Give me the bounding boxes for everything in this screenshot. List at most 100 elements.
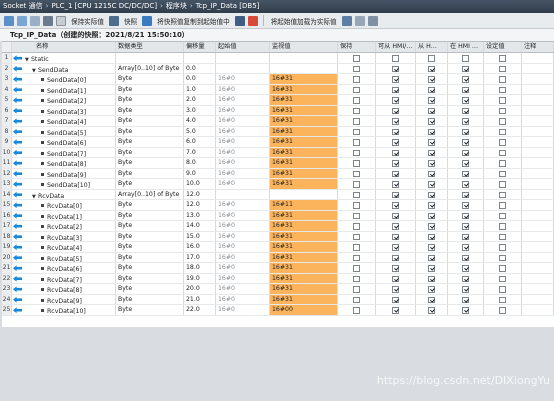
cell-comment[interactable]: [522, 179, 554, 189]
insert-row-icon[interactable]: [17, 15, 27, 26]
hmi-writable-checkbox[interactable]: [428, 128, 435, 135]
cell-name[interactable]: RcvData[3]: [12, 231, 116, 241]
cell-comment[interactable]: [522, 95, 554, 105]
table-row[interactable]: 23 RcvData[8] Byte 20.0 16#0 16#31: [2, 284, 554, 295]
retain-checkbox[interactable]: [353, 97, 360, 104]
hmi-writable-checkbox[interactable]: [428, 107, 435, 114]
retain-checkbox[interactable]: [353, 76, 360, 83]
hmi-writable-checkbox[interactable]: [428, 202, 435, 209]
table-row[interactable]: 8 SendData[5] Byte 5.0 16#0 16#31: [2, 126, 554, 137]
load-start-button[interactable]: 将起始值加载为实际值: [269, 16, 339, 26]
setpoint-checkbox[interactable]: [499, 97, 506, 104]
hmi-visible-checkbox[interactable]: [462, 160, 469, 167]
setpoint-checkbox[interactable]: [499, 76, 506, 83]
cell-comment[interactable]: [522, 137, 554, 147]
hmi-visible-checkbox[interactable]: [462, 233, 469, 240]
cell-name[interactable]: RcvData[5]: [12, 252, 116, 262]
breadcrumb-item-blocks[interactable]: 程序块: [166, 2, 187, 10]
hmi-accessible-checkbox[interactable]: [392, 265, 399, 272]
cell-start-value[interactable]: 16#0: [216, 168, 270, 178]
setpoint-checkbox[interactable]: [499, 55, 506, 62]
cell-datatype[interactable]: Byte: [116, 294, 184, 304]
hmi-visible-checkbox[interactable]: [462, 191, 469, 198]
hmi-accessible-checkbox[interactable]: [392, 181, 399, 188]
cell-comment[interactable]: [522, 263, 554, 273]
hmi-visible-checkbox[interactable]: [462, 139, 469, 146]
cell-comment[interactable]: [522, 105, 554, 115]
retain-checkbox[interactable]: [353, 307, 360, 314]
header-start[interactable]: 起始值: [216, 42, 270, 52]
hmi-visible-checkbox[interactable]: [462, 202, 469, 209]
retain-checkbox[interactable]: [353, 55, 360, 62]
cell-start-value[interactable]: 16#0: [216, 210, 270, 220]
retain-checkbox[interactable]: [353, 65, 360, 72]
cell-name[interactable]: RcvData[0]: [12, 200, 116, 210]
retain-checkbox[interactable]: [353, 191, 360, 198]
hmi-writable-checkbox[interactable]: [428, 139, 435, 146]
hmi-accessible-checkbox[interactable]: [392, 244, 399, 251]
cell-start-value[interactable]: 16#0: [216, 158, 270, 168]
retain-checkbox[interactable]: [353, 107, 360, 114]
cell-comment[interactable]: [522, 158, 554, 168]
setpoint-checkbox[interactable]: [499, 275, 506, 282]
setpoint-checkbox[interactable]: [499, 265, 506, 272]
retain-checkbox[interactable]: [353, 149, 360, 156]
table-row[interactable]: 11 SendData[8] Byte 8.0 16#0 16#31: [2, 158, 554, 169]
hmi-accessible-checkbox[interactable]: [392, 212, 399, 219]
setpoint-checkbox[interactable]: [499, 202, 506, 209]
retain-checkbox[interactable]: [353, 86, 360, 93]
hmi-accessible-checkbox[interactable]: [392, 76, 399, 83]
header-name[interactable]: 名称: [12, 42, 116, 52]
hmi-visible-checkbox[interactable]: [462, 128, 469, 135]
cell-name[interactable]: SendData[6]: [12, 137, 116, 147]
retain-checkbox[interactable]: [353, 286, 360, 293]
hmi-accessible-checkbox[interactable]: [392, 307, 399, 314]
hmi-accessible-checkbox[interactable]: [392, 107, 399, 114]
retain-checkbox[interactable]: [353, 296, 360, 303]
hmi-accessible-checkbox[interactable]: [392, 233, 399, 240]
cell-name[interactable]: SendData[5]: [12, 126, 116, 136]
setpoint-checkbox[interactable]: [499, 296, 506, 303]
snapshot-icon[interactable]: [108, 15, 119, 26]
cell-start-value[interactable]: [216, 53, 270, 63]
table-row[interactable]: 17 RcvData[2] Byte 14.0 16#0 16#31: [2, 221, 554, 232]
cell-datatype[interactable]: Array[0..10] of Byte: [116, 189, 184, 199]
cell-comment[interactable]: [522, 189, 554, 199]
cell-datatype[interactable]: Byte: [116, 200, 184, 210]
breadcrumb-item-project[interactable]: Socket 通信: [3, 2, 43, 10]
cell-comment[interactable]: [522, 294, 554, 304]
hmi-accessible-checkbox[interactable]: [392, 254, 399, 261]
hmi-writable-checkbox[interactable]: [428, 191, 435, 198]
table-row[interactable]: 9 SendData[6] Byte 6.0 16#0 16#31: [2, 137, 554, 148]
monitor-icon[interactable]: [341, 15, 352, 26]
retain-checkbox[interactable]: [353, 181, 360, 188]
hmi-visible-checkbox[interactable]: [462, 65, 469, 72]
setpoint-checkbox[interactable]: [499, 160, 506, 167]
cell-name[interactable]: RcvData[9]: [12, 294, 116, 304]
cell-start-value[interactable]: 16#0: [216, 221, 270, 231]
hmi-writable-checkbox[interactable]: [428, 55, 435, 62]
cell-comment[interactable]: [522, 252, 554, 262]
setpoint-checkbox[interactable]: [499, 191, 506, 198]
cell-datatype[interactable]: Byte: [116, 126, 184, 136]
table-row[interactable]: 20 RcvData[5] Byte 17.0 16#0 16#31: [2, 252, 554, 263]
copy-snapshot-button[interactable]: 将快照值复制到起始值中: [155, 16, 232, 26]
cell-comment[interactable]: [522, 126, 554, 136]
table-row[interactable]: 16 RcvData[1] Byte 13.0 16#0 16#31: [2, 210, 554, 221]
retain-checkbox[interactable]: [353, 170, 360, 177]
cell-datatype[interactable]: Byte: [116, 210, 184, 220]
setpoint-checkbox[interactable]: [499, 107, 506, 114]
cell-start-value[interactable]: 16#0: [216, 242, 270, 252]
cell-comment[interactable]: [522, 53, 554, 63]
cell-comment[interactable]: [522, 147, 554, 157]
hmi-visible-checkbox[interactable]: [462, 86, 469, 93]
cell-datatype[interactable]: Byte: [116, 74, 184, 84]
cell-start-value[interactable]: 16#0: [216, 84, 270, 94]
cell-datatype[interactable]: Byte: [116, 273, 184, 283]
cell-name[interactable]: RcvData[10]: [12, 305, 116, 315]
hmi-accessible-checkbox[interactable]: [392, 65, 399, 72]
hmi-visible-checkbox[interactable]: [462, 97, 469, 104]
retain-checkbox[interactable]: [353, 275, 360, 282]
header-monitor[interactable]: 监视值: [270, 42, 338, 52]
cell-datatype[interactable]: Byte: [116, 284, 184, 294]
